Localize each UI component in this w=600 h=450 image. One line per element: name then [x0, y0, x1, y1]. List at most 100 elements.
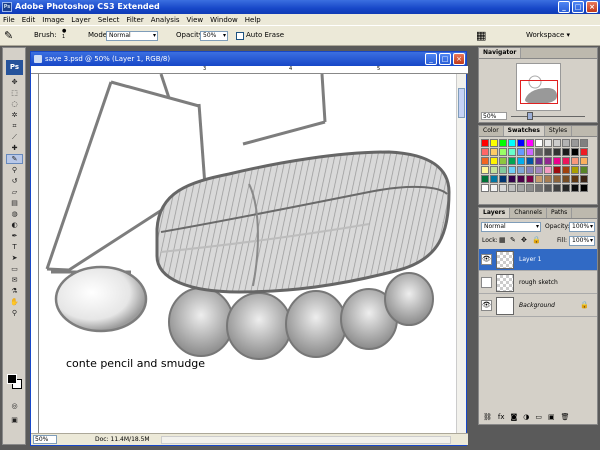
blend-mode-dropdown[interactable]: Normal: [481, 222, 541, 232]
color-swatch[interactable]: [553, 175, 561, 183]
color-swatch[interactable]: [499, 175, 507, 183]
color-swatch[interactable]: [481, 175, 489, 183]
tab-swatches[interactable]: Swatches: [503, 126, 545, 136]
color-swatch[interactable]: [544, 139, 552, 147]
navigator-zoom-slider[interactable]: [511, 116, 585, 117]
adjustment-icon[interactable]: ◑: [523, 413, 529, 421]
brush-tool-icon[interactable]: ✎: [6, 154, 23, 164]
trash-icon[interactable]: 🗑: [561, 413, 570, 421]
color-swatch[interactable]: [580, 148, 588, 156]
color-swatch[interactable]: [508, 166, 516, 174]
color-swatch[interactable]: [571, 175, 579, 183]
bridge-icon[interactable]: ▦: [476, 29, 486, 42]
color-swatch[interactable]: [481, 166, 489, 174]
menu-analysis[interactable]: Analysis: [151, 16, 180, 24]
color-swatch[interactable]: [553, 139, 561, 147]
fx-icon[interactable]: fx: [498, 413, 505, 421]
color-swatch[interactable]: [580, 157, 588, 165]
color-swatch[interactable]: [526, 157, 534, 165]
magic-wand-tool-icon[interactable]: ✲: [6, 110, 23, 120]
menu-window[interactable]: Window: [210, 16, 238, 24]
history-brush-tool-icon[interactable]: ↺: [6, 176, 23, 186]
tab-channels[interactable]: Channels: [510, 208, 547, 218]
color-swatch[interactable]: [544, 148, 552, 156]
navigator-view-box[interactable]: [520, 80, 558, 104]
eye-icon[interactable]: 👁: [481, 254, 492, 265]
color-swatch[interactable]: [571, 139, 579, 147]
color-swatch[interactable]: [544, 184, 552, 192]
color-swatch[interactable]: [553, 184, 561, 192]
color-swatch[interactable]: [499, 184, 507, 192]
color-swatch[interactable]: [571, 166, 579, 174]
mode-dropdown[interactable]: Normal: [106, 31, 158, 41]
notes-tool-icon[interactable]: ✉: [6, 275, 23, 285]
color-swatch[interactable]: [490, 157, 498, 165]
tab-layers[interactable]: Layers: [479, 208, 511, 218]
color-swatch[interactable]: [544, 166, 552, 174]
zoom-field[interactable]: 50%: [33, 435, 57, 444]
path-selection-tool-icon[interactable]: ➤: [6, 253, 23, 263]
color-swatch[interactable]: [517, 139, 525, 147]
color-swatch[interactable]: [553, 148, 561, 156]
marquee-tool-icon[interactable]: ⬚: [6, 88, 23, 98]
foreground-color-swatch[interactable]: [7, 374, 17, 384]
tab-color[interactable]: Color: [479, 126, 504, 136]
vertical-scrollbar[interactable]: [456, 74, 466, 433]
navigator-slider-knob[interactable]: [527, 112, 533, 120]
doc-maximize-button[interactable]: □: [439, 53, 451, 65]
mask-icon[interactable]: ◙: [511, 413, 518, 421]
color-swatch[interactable]: [526, 148, 534, 156]
menu-file[interactable]: File: [3, 16, 15, 24]
workspace-button[interactable]: Workspace ▾: [526, 31, 570, 39]
zoom-tool-icon[interactable]: ⚲: [6, 308, 23, 318]
layer-row-layer-1[interactable]: 👁 Layer 1: [479, 249, 597, 271]
color-swatch[interactable]: [508, 175, 516, 183]
color-swatch[interactable]: [517, 175, 525, 183]
crop-tool-icon[interactable]: ⌗: [6, 121, 23, 131]
folder-icon[interactable]: ▭: [535, 413, 542, 421]
color-swatch[interactable]: [562, 139, 570, 147]
opacity-field[interactable]: 50%: [200, 31, 228, 41]
maximize-button[interactable]: □: [572, 1, 584, 13]
color-swatch[interactable]: [571, 157, 579, 165]
color-swatch[interactable]: [562, 175, 570, 183]
color-swatch[interactable]: [481, 148, 489, 156]
pen-tool-icon[interactable]: ✒: [6, 231, 23, 241]
new-layer-icon[interactable]: ▣: [548, 413, 555, 421]
color-swatch[interactable]: [562, 166, 570, 174]
horizontal-scrollbar[interactable]: [161, 436, 451, 444]
layer-opacity-field[interactable]: 100%: [569, 222, 595, 232]
scroll-thumb[interactable]: [458, 88, 465, 118]
color-swatch[interactable]: [535, 139, 543, 147]
menu-layer[interactable]: Layer: [71, 16, 91, 24]
pencil-tool-icon[interactable]: ✎: [4, 29, 13, 42]
color-swatch[interactable]: [562, 184, 570, 192]
color-swatch[interactable]: [535, 157, 543, 165]
color-swatch[interactable]: [490, 175, 498, 183]
color-swatch[interactable]: [517, 148, 525, 156]
color-swatch[interactable]: [571, 184, 579, 192]
navigator-zoom-field[interactable]: 50%: [481, 112, 507, 120]
color-swatch[interactable]: [526, 175, 534, 183]
blur-tool-icon[interactable]: ◍: [6, 209, 23, 219]
layer-row-background[interactable]: 👁 Background 🔒: [479, 295, 597, 317]
auto-erase-checkbox[interactable]: [236, 32, 244, 40]
fill-field[interactable]: 100%: [569, 236, 595, 246]
color-swatch[interactable]: [490, 139, 498, 147]
color-swatch[interactable]: [562, 157, 570, 165]
tab-paths[interactable]: Paths: [547, 208, 573, 218]
menu-help[interactable]: Help: [245, 16, 261, 24]
visibility-toggle[interactable]: [481, 277, 492, 288]
doc-close-button[interactable]: ×: [453, 53, 465, 65]
color-swatch[interactable]: [553, 157, 561, 165]
tab-navigator[interactable]: Navigator: [479, 48, 522, 58]
color-swatch[interactable]: [553, 166, 561, 174]
doc-minimize-button[interactable]: _: [425, 53, 437, 65]
color-swatch[interactable]: [508, 148, 516, 156]
menu-filter[interactable]: Filter: [126, 16, 143, 24]
color-swatch[interactable]: [481, 157, 489, 165]
dodge-tool-icon[interactable]: ◐: [6, 220, 23, 230]
hand-tool-icon[interactable]: ✋: [6, 297, 23, 307]
color-swatch[interactable]: [526, 166, 534, 174]
eyedropper-tool-icon[interactable]: ⚗: [6, 286, 23, 296]
